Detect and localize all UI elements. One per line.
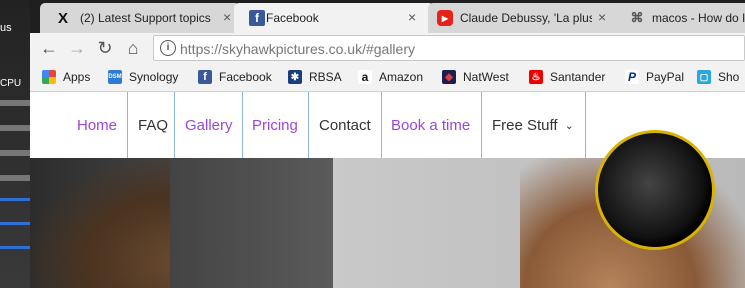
info-icon[interactable]: i <box>160 40 176 56</box>
bookmark-label: RBSA <box>309 70 342 84</box>
desktop-meter <box>0 100 30 106</box>
bookmark-label: Apps <box>63 70 91 84</box>
tab-debussy[interactable]: ▶ Claude Debussy, 'La plus × <box>428 3 628 33</box>
nav-divider <box>127 92 128 158</box>
tab-title: macos - How do I <box>652 11 745 25</box>
desktop-meter-blue <box>0 222 30 225</box>
nav-divider <box>481 92 482 158</box>
bookmark-label: Sho <box>718 70 740 84</box>
bookmark-natwest[interactable]: ◆ NatWest <box>442 69 509 85</box>
nav-free-stuff-label: Free Stuff <box>492 116 558 134</box>
nav-divider <box>381 92 382 158</box>
nav-faq[interactable]: FAQ <box>138 92 168 158</box>
bookmarks-bar: Apps DSM Synology f Facebook ✱ RBSA a Am… <box>30 63 745 92</box>
facebook-icon: f <box>198 70 212 84</box>
nav-book-a-time[interactable]: Book a time <box>391 92 470 158</box>
close-icon[interactable]: × <box>408 9 416 25</box>
url-text[interactable]: https://skyhawkpictures.co.uk/#gallery <box>180 41 415 57</box>
rbsa-icon: ✱ <box>288 70 302 84</box>
bookmark-label: PayPal <box>646 70 685 84</box>
desktop-meter <box>0 150 30 156</box>
photo-left-hair <box>30 158 170 288</box>
tab-strip: X (2) Latest Support topics × f Facebook… <box>30 0 745 33</box>
nav-free-stuff[interactable]: Free Stuff ⌄ <box>492 92 574 158</box>
nav-divider <box>308 92 309 158</box>
x-icon: X <box>57 9 68 27</box>
nav-home[interactable]: Home <box>77 92 117 158</box>
bookmark-apps[interactable]: Apps <box>42 69 90 85</box>
desktop-strip: us CPU <box>0 0 30 288</box>
bookmark-amazon[interactable]: a Amazon <box>358 69 423 85</box>
forward-arrow-icon[interactable]: → <box>66 37 88 59</box>
nav-contact[interactable]: Contact <box>319 92 371 158</box>
bookmark-shop[interactable]: ▢ Sho <box>697 69 739 85</box>
nav-pricing[interactable]: Pricing <box>252 92 298 158</box>
nav-gallery[interactable]: Gallery <box>185 92 233 158</box>
desktop-widget-dial[interactable] <box>595 130 715 250</box>
synology-icon: DSM <box>108 70 122 84</box>
paypal-icon: P <box>625 70 639 84</box>
bookmark-label: Santander <box>550 70 606 84</box>
desktop-meter <box>0 175 30 181</box>
desktop-meter-blue <box>0 246 30 249</box>
bookmark-paypal[interactable]: P PayPal <box>625 69 684 85</box>
home-icon[interactable]: ⌂ <box>122 37 144 59</box>
url-path: /#gallery <box>362 41 415 57</box>
bookmark-rbsa[interactable]: ✱ RBSA <box>288 69 342 85</box>
natwest-icon: ◆ <box>442 70 456 84</box>
facebook-icon: f <box>249 10 265 26</box>
santander-icon: ♨ <box>529 70 543 84</box>
chevron-down-icon: ⌄ <box>564 119 574 132</box>
command-icon: ⌘ <box>630 10 644 25</box>
desktop-meter <box>0 125 30 131</box>
address-bar[interactable]: i https://skyhawkpictures.co.uk/#gallery <box>153 35 745 61</box>
bookmark-synology[interactable]: DSM Synology <box>108 69 178 85</box>
tab-title: Facebook <box>266 11 319 25</box>
close-icon[interactable]: × <box>598 9 606 25</box>
tab-title: (2) Latest Support topics <box>80 11 211 25</box>
desktop-meter-blue <box>0 198 30 201</box>
bookmark-label: Synology <box>129 70 179 84</box>
bookmark-label: Amazon <box>379 70 424 84</box>
nav-divider <box>242 92 243 158</box>
tab-facebook[interactable]: f Facebook × <box>234 3 434 33</box>
apps-grid-icon <box>42 70 56 84</box>
tab-title: Claude Debussy, 'La plus <box>460 11 592 25</box>
close-icon[interactable]: × <box>223 9 231 25</box>
nav-divider <box>174 92 175 158</box>
shop-icon: ▢ <box>697 70 711 84</box>
amazon-icon: a <box>358 70 372 84</box>
browser-toolbar: ← → ↻ ⌂ i https://skyhawkpictures.co.uk/… <box>30 33 745 63</box>
url-host: https://skyhawkpictures.co.uk <box>180 41 363 57</box>
nav-divider <box>585 92 586 158</box>
bookmark-facebook[interactable]: f Facebook <box>198 69 272 85</box>
bookmark-santander[interactable]: ♨ Santander <box>529 69 605 85</box>
tab-support-topics[interactable]: X (2) Latest Support topics × <box>40 3 240 33</box>
desktop-label: us <box>0 22 12 34</box>
youtube-icon: ▶ <box>437 10 453 26</box>
reload-icon[interactable]: ↻ <box>94 37 116 59</box>
back-arrow-icon[interactable]: ← <box>38 37 60 59</box>
bookmark-label: NatWest <box>463 70 509 84</box>
tab-macos[interactable]: ⌘ macos - How do I <box>620 3 745 33</box>
cpu-label: CPU <box>0 78 22 89</box>
bookmark-label: Facebook <box>219 70 272 84</box>
